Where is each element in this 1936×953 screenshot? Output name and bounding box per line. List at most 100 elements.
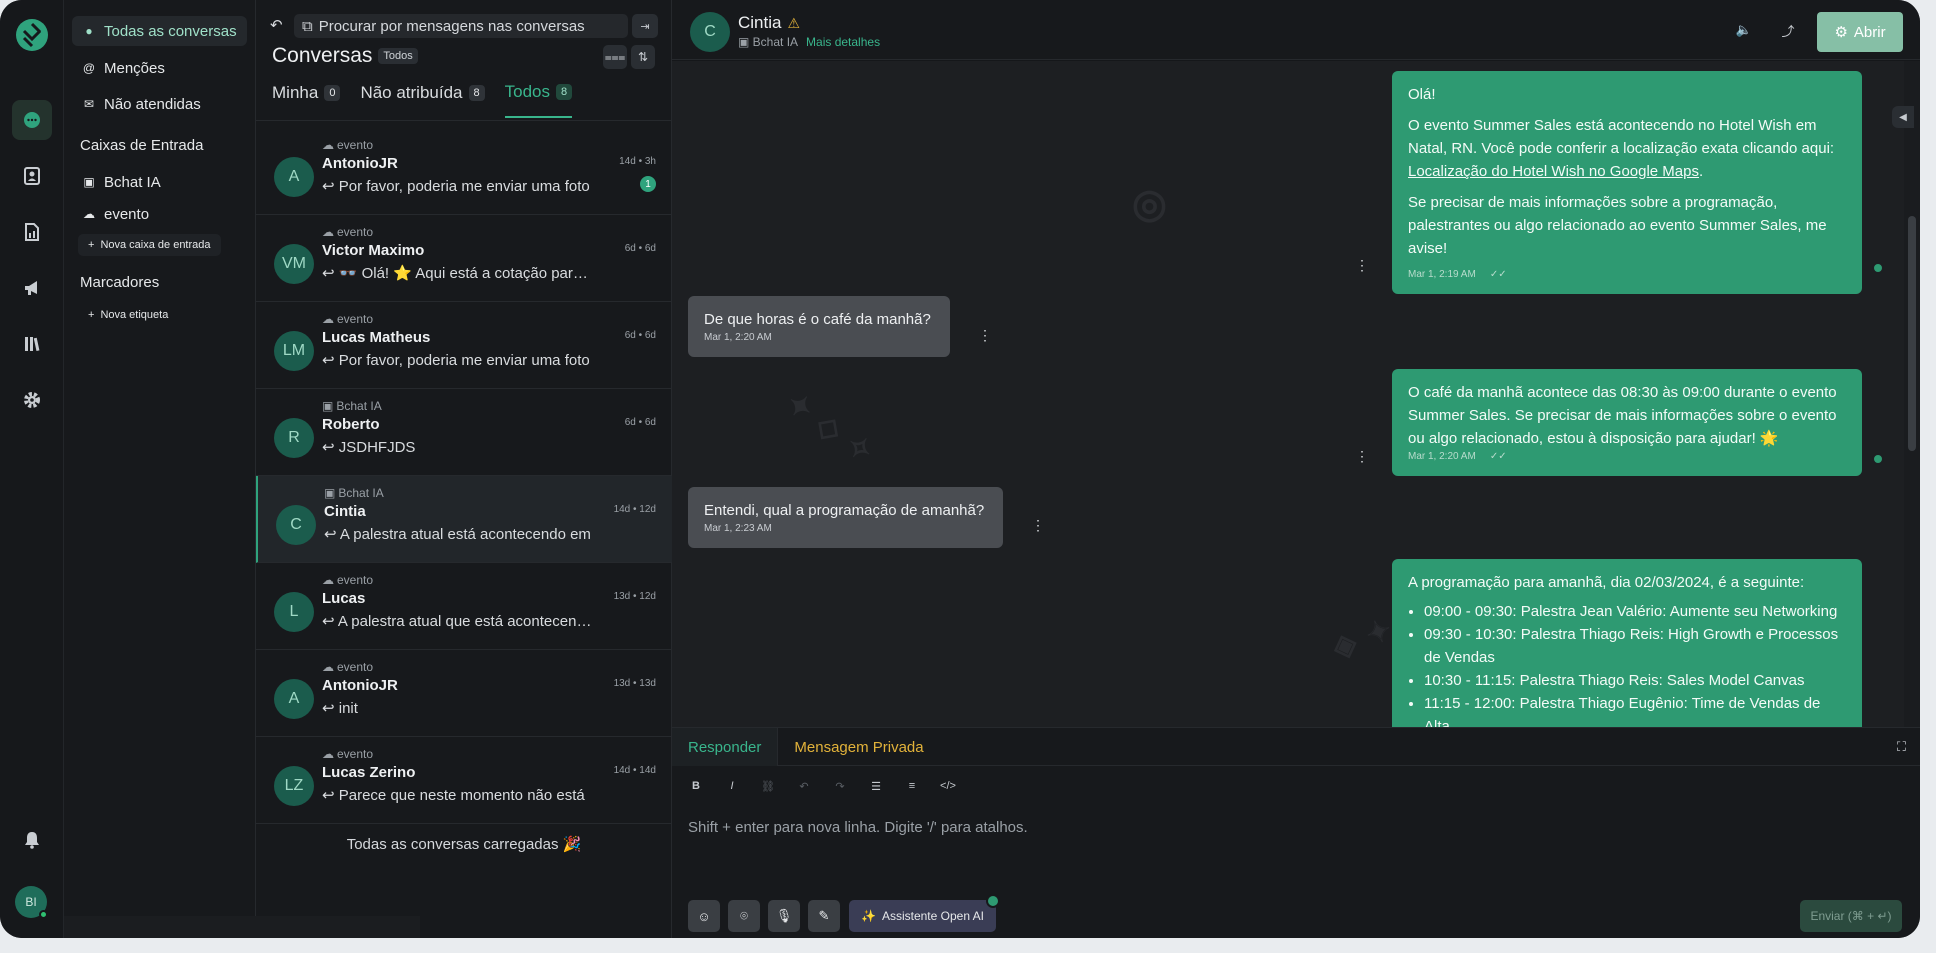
background-doodle: ◎ [1132,182,1169,226]
conversation-item[interactable]: LZ ☁ evento Lucas Zerino ↩ Parece que nes… [256,737,672,824]
background-doodle: ◈ ✦ [1328,612,1399,665]
sidebar-item-inbox-bchat[interactable]: ▣ Bchat IA [72,167,247,197]
more-details-link[interactable]: Mais detalhes [806,35,880,49]
open-button[interactable]: ⚙ Abrir [1817,12,1903,52]
contacts-icon[interactable] [12,156,52,196]
scrollbar[interactable] [1904,61,1920,727]
conversation-item[interactable]: R ▣ Bchat IA Roberto ↩ JSDHFJDS 6d • 6d [256,389,672,476]
incoming-message: Entendi, qual a programação de amanhã? M… [688,487,1003,548]
conversation-inbox: ☁ evento [322,660,373,674]
conversation-item-selected[interactable]: C ▣ Bchat IA Cintia ↩ A palestra atual es… [256,476,672,563]
back-arrow-icon[interactable]: ↶ [270,16,283,34]
sidebar-item-unattended[interactable]: ✉ Não atendidas [72,89,247,119]
message-options-icon[interactable]: ⋮ [1031,517,1045,534]
message-meta: Mar 1, 2:20 AM [704,331,934,345]
conversation-inbox: ☁ evento [322,225,373,239]
message-input[interactable]: Shift + enter para nova linha. Digite '/… [688,819,1028,836]
message-text: O evento Summer Sales está acontecendo n… [1408,117,1835,157]
numbered-list-icon[interactable]: ≡ [904,780,920,793]
conversation-time: 14d • 3h [619,156,656,167]
chat-panel: C Cintia ⚠ ▣ Bchat IA Mais detalhes 🔈 ⤴ … [672,0,1920,938]
message-preview: ↩ A palestra atual está acontecendo em [324,525,594,543]
share-icon[interactable]: ⤴ [1776,18,1800,42]
tab-unassigned[interactable]: Não atribuída 8 [360,82,485,118]
outgoing-message: A programação para amanhã, dia 02/03/202… [1392,559,1862,727]
sidebar-item-all-conversations[interactable]: ● Todas as conversas [72,16,247,46]
sidebar-item-mentions[interactable]: @ Menções [72,53,247,83]
search-input[interactable]: ⧉ Procurar por mensagens nas conversas [294,14,628,38]
settings-gear-icon[interactable] [12,380,52,420]
library-icon[interactable] [12,324,52,364]
message-preview: ↩ A palestra atual que está acontecendo [322,612,592,630]
conversation-time: 6d • 6d [624,243,656,254]
sidebar-toggle-icon[interactable]: ◀ [1892,106,1914,128]
user-avatar[interactable]: BI [15,886,48,919]
conversation-item[interactable]: VM ☁ evento Victor Maximo ↩ 👓 Olá! ⭐ Aqui… [256,215,672,302]
link-icon[interactable]: ⛓ [760,780,776,793]
contact-name: Roberto [322,416,380,433]
collapse-panel-icon[interactable]: ⇥ [632,14,658,38]
google-maps-link[interactable]: Localização do Hotel Wish no Google Maps [1408,163,1699,180]
attachment-icon[interactable]: ⌾ [728,900,760,932]
conversation-item[interactable]: A ☁ evento AntonioJR ↩ Por favor, poderia… [256,128,672,215]
bot-icon: ▣ [322,399,334,413]
signature-icon[interactable]: ✎ [808,900,840,932]
code-icon[interactable]: </> [940,780,956,793]
new-inbox-button[interactable]: + Nova caixa de entrada [78,234,221,256]
list-item: 09:30 - 10:30: Palestra Thiago Reis: Hig… [1424,623,1846,669]
tab-count: 8 [468,85,485,101]
microphone-icon[interactable]: 🎙 [768,900,800,932]
brand-logo[interactable] [15,18,49,52]
reply-arrow-icon: ↩ [322,700,339,717]
scrollbar-thumb[interactable] [1908,216,1916,451]
cloud-icon: ☁ [322,660,334,674]
avatar: VM [274,244,314,284]
bullet-list-icon[interactable]: ☰ [868,780,884,793]
labels-section-title: Marcadores [80,274,160,291]
tab-reply[interactable]: Responder [672,728,779,766]
gear-icon: ⚙ [1834,24,1848,41]
double-check-icon: ✓✓ [1489,269,1507,280]
message-thread: ✦ ◇ ✧ ◎ ◈ ✦ Olá! O evento Summer Sales e… [672,61,1904,727]
sort-icon[interactable]: ⇅ [631,45,655,69]
reports-icon[interactable] [12,212,52,252]
italic-icon[interactable]: I [724,780,740,793]
filter-icon[interactable]: ⩶ [603,45,627,69]
campaigns-icon[interactable] [12,268,52,308]
sidebar-item-inbox-evento[interactable]: ☁ evento [72,199,247,229]
avatar: C [276,505,316,545]
conversation-item[interactable]: LM ☁ evento Lucas Matheus ↩ Por favor, po… [256,302,672,389]
message-options-icon[interactable]: ⋮ [1355,448,1369,465]
preview-text: JSDHFJDS [338,439,416,456]
send-button[interactable]: Enviar (⌘ + ↵) [1800,900,1902,932]
openai-assistant-button[interactable]: ✨ Assistente Open AI [849,894,1001,932]
mute-icon[interactable]: 🔈 [1732,18,1756,42]
undo-icon[interactable]: ↶ [796,780,812,793]
notifications-bell-icon[interactable] [12,820,52,860]
tab-mine[interactable]: Minha 0 [272,82,341,118]
double-check-icon: ✓✓ [1489,451,1507,462]
sidebar-item-label: Bchat IA [104,173,161,191]
contact-name: Victor Maximo [322,242,425,259]
bold-icon[interactable]: B [688,780,704,793]
message-preview: ↩ init [322,699,592,717]
chat-header: C Cintia ⚠ ▣ Bchat IA Mais detalhes 🔈 ⤴ … [672,0,1920,60]
new-label-button[interactable]: + Nova etiqueta [78,304,178,326]
expand-icon[interactable]: ⛶ [1897,739,1906,755]
message-paragraph: O evento Summer Sales está acontecendo n… [1408,117,1835,180]
redo-icon[interactable]: ↷ [832,780,848,793]
conversation-item[interactable]: A ☁ evento AntonioJR ↩ init 13d • 13d [256,650,672,737]
message-options-icon[interactable]: ⋮ [978,327,992,344]
tab-private-note[interactable]: Mensagem Privada [778,728,939,766]
message-text: O café da manhã acontece das 08:30 às 09… [1408,384,1837,447]
sidebar-item-label: Não atendidas [104,95,201,113]
conversations-icon[interactable] [12,100,52,140]
message-options-icon[interactable]: ⋮ [1355,257,1369,274]
new-label-label: Nova etiqueta [100,309,169,321]
preview-text: Por favor, poderia me enviar uma foto [338,178,590,195]
tab-all[interactable]: Todos 8 [504,82,573,118]
emoji-icon[interactable]: ☺ [688,900,720,932]
composer-tabs: Responder Mensagem Privada [672,728,1920,766]
conversation-item[interactable]: L ☁ evento Lucas ↩ A palestra atual que e… [256,563,672,650]
cloud-icon: ☁ [322,573,334,587]
